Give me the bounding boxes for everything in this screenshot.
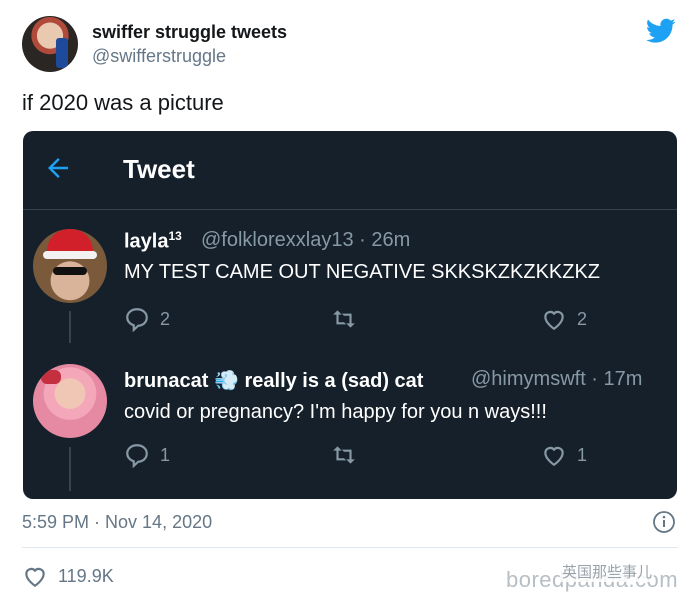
- info-icon[interactable]: [652, 510, 676, 534]
- like-count: 119.9K: [58, 565, 114, 586]
- like-button[interactable]: 1: [541, 442, 587, 468]
- wechat-watermark: 英国那些事儿: [560, 561, 655, 582]
- reply-text-layla: MY TEST CAME OUT NEGATIVE SKKSKZKZKKZKZ: [124, 261, 601, 283]
- tweet-text: if 2020 was a picture: [22, 90, 224, 115]
- reply-text-brunacat: covid or pregnancy? I'm happy for you n …: [124, 401, 547, 423]
- reply-icon: [126, 444, 148, 468]
- header-title: Tweet: [123, 154, 195, 184]
- footer-divider: [22, 547, 678, 548]
- like-button[interactable]: 119.9K: [22, 563, 114, 589]
- reply-avatar-brunacat[interactable]: [33, 364, 107, 438]
- reply-meta-layla[interactable]: @folklorexxlay13 · 26m: [201, 229, 410, 252]
- reply-name-layla[interactable]: layla13: [124, 229, 182, 254]
- reply-button[interactable]: 2: [124, 306, 170, 332]
- back-arrow-icon[interactable]: [43, 153, 73, 183]
- embedded-screenshot: Tweet layla13 @folklorexxlay13 · 26m MY …: [23, 131, 677, 499]
- retweet-button[interactable]: [331, 306, 357, 332]
- heart-icon: [544, 446, 564, 467]
- like-count: 1: [577, 444, 588, 465]
- tweet-timestamp[interactable]: 5:59 PM · Nov 14, 2020: [22, 512, 212, 533]
- like-button[interactable]: 2: [541, 306, 587, 332]
- twitter-bird-icon: [646, 18, 676, 43]
- thread-line: [69, 447, 71, 491]
- reply-button[interactable]: 1: [124, 442, 170, 468]
- thread-line: [69, 311, 71, 343]
- heart-icon: [25, 567, 45, 588]
- reply-icon: [126, 308, 148, 332]
- retweet-button[interactable]: [331, 442, 357, 468]
- retweet-icon: [333, 310, 355, 328]
- reply-meta-brunacat[interactable]: @himymswft · 17m: [471, 368, 642, 391]
- author-avatar[interactable]: [22, 16, 78, 72]
- author-display-name[interactable]: swiffer struggle tweets: [92, 22, 287, 43]
- santa-hat: [43, 229, 97, 259]
- reply-count: 2: [160, 308, 171, 329]
- reply-avatar-layla[interactable]: [33, 229, 107, 303]
- retweet-icon: [333, 446, 355, 464]
- header-divider: [23, 209, 677, 210]
- reply-name-brunacat[interactable]: brunacat 💨 really is a (sad) cat: [124, 368, 423, 393]
- like-count: 2: [577, 308, 588, 329]
- sunglasses: [53, 267, 87, 275]
- hair-bow: [41, 370, 61, 384]
- heart-icon: [544, 310, 564, 331]
- author-handle[interactable]: @swifferstruggle: [92, 46, 226, 67]
- reply-count: 1: [160, 444, 171, 465]
